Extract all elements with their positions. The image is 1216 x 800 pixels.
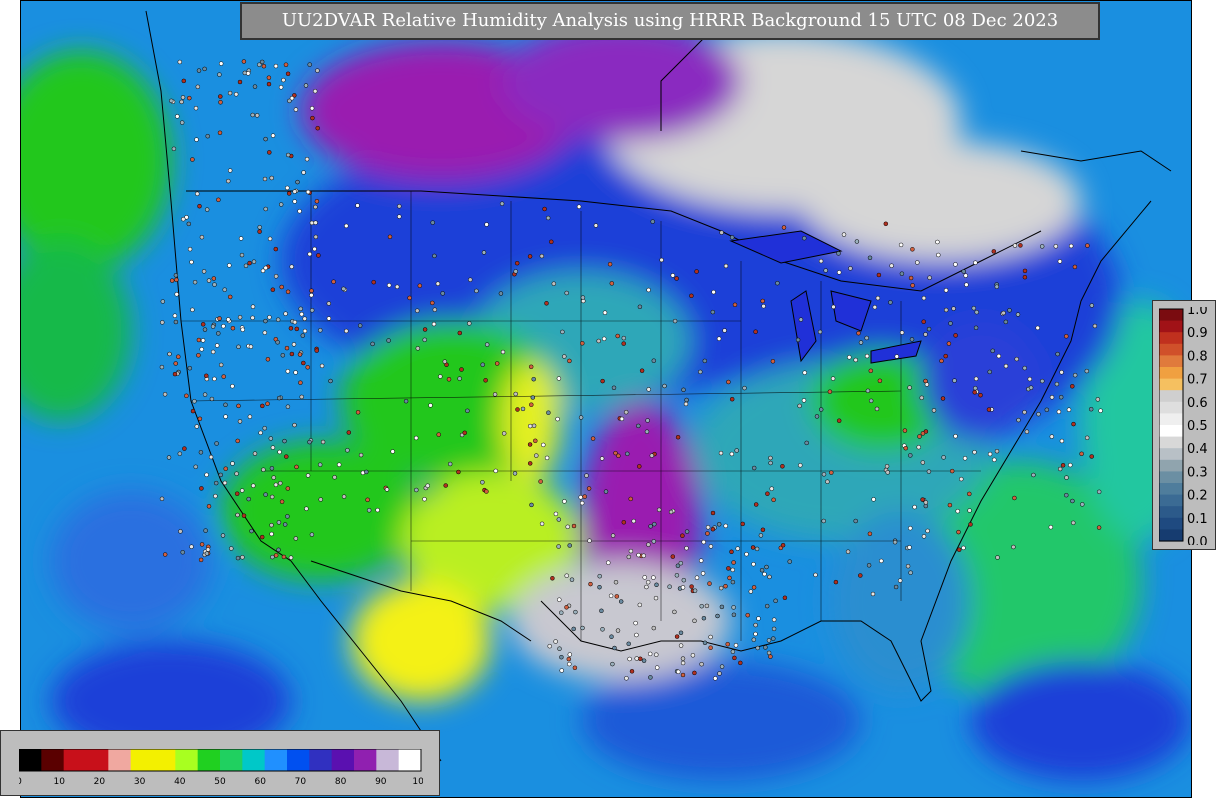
obs-colorbar-cell xyxy=(1159,390,1183,403)
obs-tick-label: 0.4 xyxy=(1187,442,1208,457)
rh-tick-label: 10 xyxy=(53,777,65,787)
rh-colorbar: 0 10 20 30 40 50 60 70 80 90 100 xyxy=(19,749,423,787)
rh-tick-label: 80 xyxy=(335,777,347,787)
obs-tick-label: 0.8 xyxy=(1187,349,1208,364)
rh-colorbar-cell xyxy=(19,749,42,771)
rh-colorbar-cell xyxy=(376,749,400,771)
rh-colorbar-cell xyxy=(354,749,377,771)
obs-tick-label: 0.0 xyxy=(1187,535,1208,545)
rh-tick-label: 100 xyxy=(412,777,423,787)
rh-colorbar-cell xyxy=(86,749,109,771)
rh-tick-label: 20 xyxy=(94,777,106,787)
obs-colorbar-cell xyxy=(1159,320,1183,333)
rh-colorbar-legend: 0 10 20 30 40 50 60 70 80 90 100 xyxy=(0,730,440,796)
obs-colorbar-cell xyxy=(1159,355,1183,368)
obs-colorbar-cell xyxy=(1159,483,1183,496)
obs-tick-label: 0.7 xyxy=(1187,373,1208,388)
obs-colorbar-cell xyxy=(1159,378,1183,391)
rh-colorbar-cell xyxy=(130,749,154,771)
obs-tick-label: 1.0 xyxy=(1187,307,1208,318)
rh-colorbar-cell xyxy=(309,749,333,771)
map-canvas xyxy=(21,1,1191,797)
obs-tick-label: 0.1 xyxy=(1187,512,1208,527)
obs-colorbar-cell xyxy=(1159,448,1183,461)
obs-colorbar-legend: 1.0 0.9 0.8 0.7 0.6 0.5 0.4 0.3 0.2 0.1 0.0 xyxy=(1152,300,1216,550)
rh-colorbar-cell xyxy=(153,749,176,771)
rh-colorbar-cell xyxy=(197,749,221,771)
humidity-map xyxy=(20,0,1192,798)
rh-colorbar-cell xyxy=(242,749,266,771)
obs-colorbar-cell xyxy=(1159,332,1183,345)
rh-colorbar-cell xyxy=(63,749,87,771)
rh-colorbar-cell xyxy=(220,749,243,771)
obs-colorbar-cell xyxy=(1159,459,1183,472)
rh-tick-label: 90 xyxy=(375,777,387,787)
rh-colorbar-cell xyxy=(264,749,288,771)
obs-colorbar-cell xyxy=(1159,517,1183,530)
obs-colorbar-cell xyxy=(1159,436,1183,449)
obs-colorbar-cell xyxy=(1159,343,1183,356)
rh-colorbar-cell xyxy=(175,749,199,771)
obs-colorbar-cell xyxy=(1159,506,1183,519)
obs-tick-label: 0.3 xyxy=(1187,465,1208,480)
rh-colorbar-cell xyxy=(398,749,422,771)
obs-colorbar-cell xyxy=(1159,425,1183,438)
obs-colorbar-cell xyxy=(1159,309,1183,322)
obs-colorbar-cell xyxy=(1159,494,1183,507)
map-title: UU2DVAR Relative Humidity Analysis using… xyxy=(240,2,1100,40)
rh-colorbar-cell xyxy=(41,749,65,771)
rh-tick-label: 50 xyxy=(214,777,226,787)
rh-tick-label: 40 xyxy=(174,777,186,787)
obs-tick-label: 0.9 xyxy=(1187,326,1208,341)
obs-tick-label: 0.2 xyxy=(1187,489,1208,504)
obs-tick-label: 0.5 xyxy=(1187,419,1208,434)
rh-tick-label: 0 xyxy=(19,777,22,787)
rh-tick-label: 30 xyxy=(134,777,146,787)
rh-colorbar-cell xyxy=(287,749,310,771)
rh-colorbar-cell xyxy=(331,749,355,771)
obs-tick-label: 0.6 xyxy=(1187,396,1208,411)
rh-tick-label: 70 xyxy=(295,777,307,787)
rh-tick-label: 60 xyxy=(254,777,266,787)
rh-colorbar-cell xyxy=(108,749,132,771)
obs-colorbar: 1.0 0.9 0.8 0.7 0.6 0.5 0.4 0.3 0.2 0.1 0.0 xyxy=(1159,307,1208,545)
obs-colorbar-cell xyxy=(1159,413,1183,426)
obs-colorbar-cell xyxy=(1159,529,1183,542)
obs-colorbar-cell xyxy=(1159,471,1183,484)
obs-colorbar-cell xyxy=(1159,401,1183,414)
obs-colorbar-cell xyxy=(1159,367,1183,380)
